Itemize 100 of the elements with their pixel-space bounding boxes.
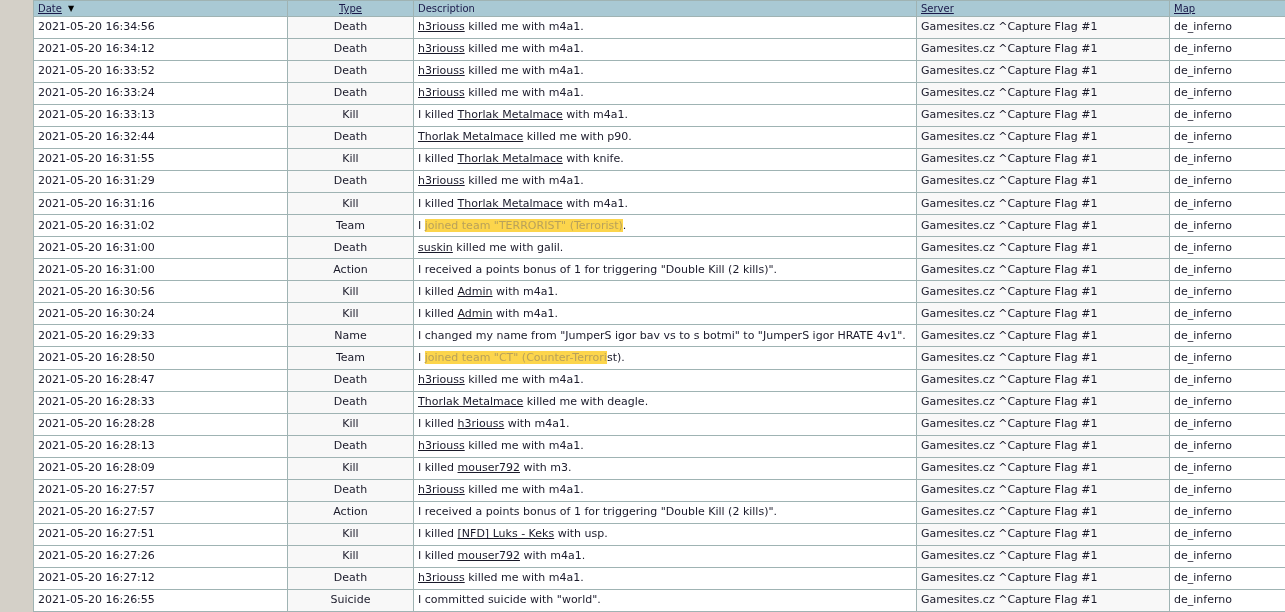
player-link[interactable]: [NFD] Luks - Keks bbox=[457, 527, 555, 540]
player-link[interactable]: h3riouss bbox=[418, 482, 465, 496]
type-cell: Suicide bbox=[287, 589, 414, 612]
server-cell: Gamesites.cz ^Capture Flag #1 bbox=[916, 82, 1170, 105]
server-cell: Gamesites.cz ^Capture Flag #1 bbox=[916, 38, 1170, 61]
server-cell: Gamesites.cz ^Capture Flag #1 bbox=[916, 214, 1170, 237]
server-cell: Gamesites.cz ^Capture Flag #1 bbox=[916, 413, 1170, 436]
description-text: h3riouss killed me with m4a1. bbox=[418, 64, 584, 78]
server-cell: Gamesites.cz ^Capture Flag #1 bbox=[916, 148, 1170, 171]
server-cell: Gamesites.cz ^Capture Flag #1 bbox=[916, 391, 1170, 414]
description-text: Thorlak Metalmace killed me with deagle. bbox=[418, 394, 649, 408]
column-sort-link[interactable]: Map bbox=[1174, 1, 1196, 16]
date-cell: 2021-05-20 16:33:13 bbox=[33, 104, 288, 127]
description-text: I killed [NFD] Luks - Keks with usp. bbox=[418, 527, 608, 540]
description-text: I killed mouser792 with m3. bbox=[418, 460, 572, 474]
description-text: I received a points bonus of 1 for triggering "Double Kill (2 kills)". bbox=[418, 262, 777, 276]
description-text: h3riouss killed me with m4a1. bbox=[418, 571, 584, 585]
date-cell: 2021-05-20 16:28:28 bbox=[33, 413, 288, 436]
description-text: h3riouss killed me with m4a1. bbox=[418, 482, 584, 496]
description-text: I received a points bonus of 1 for triggering "Double Kill (2 kills)". bbox=[418, 504, 777, 518]
player-link[interactable]: h3riouss bbox=[418, 64, 465, 78]
description-text: I killed Admin with m4a1. bbox=[418, 306, 558, 320]
description-text: I changed my name from "JumperS igor bav vs to s botmi" to "JumperS igor HRATE 4v1". bbox=[418, 328, 906, 342]
date-cell: 2021-05-20 16:29:33 bbox=[33, 324, 288, 347]
server-cell: Gamesites.cz ^Capture Flag #1 bbox=[916, 567, 1170, 590]
player-link[interactable]: h3riouss bbox=[418, 86, 465, 100]
server-cell: Gamesites.cz ^Capture Flag #1 bbox=[916, 60, 1170, 83]
date-cell: 2021-05-20 16:30:24 bbox=[33, 302, 288, 325]
date-cell: 2021-05-20 16:31:29 bbox=[33, 170, 288, 193]
date-cell: 2021-05-20 16:28:47 bbox=[33, 369, 288, 392]
date-cell: 2021-05-20 16:27:12 bbox=[33, 567, 288, 590]
player-link[interactable]: h3riouss bbox=[418, 42, 465, 56]
description-text: I killed mouser792 with m4a1. bbox=[418, 549, 586, 562]
player-link[interactable]: h3riouss bbox=[418, 20, 465, 34]
description-text: I killed Thorlak Metalmace with m4a1. bbox=[418, 196, 629, 210]
column-header: Description bbox=[418, 3, 475, 14]
date-cell: 2021-05-20 16:28:50 bbox=[33, 346, 288, 369]
description-text: h3riouss killed me with m4a1. bbox=[418, 174, 584, 188]
date-cell: 2021-05-20 16:31:55 bbox=[33, 148, 288, 171]
date-cell: 2021-05-20 16:34:56 bbox=[33, 16, 288, 39]
date-cell: 2021-05-20 16:34:12 bbox=[33, 38, 288, 61]
column-sort-link[interactable]: Server bbox=[921, 1, 954, 16]
player-link[interactable]: mouser792 bbox=[457, 549, 520, 562]
description-text: h3riouss killed me with m4a1. bbox=[418, 42, 584, 56]
date-cell: 2021-05-20 16:26:55 bbox=[33, 589, 288, 612]
date-cell: 2021-05-20 16:33:52 bbox=[33, 60, 288, 83]
date-cell: 2021-05-20 16:32:44 bbox=[33, 126, 288, 149]
date-cell: 2021-05-20 16:30:56 bbox=[33, 280, 288, 303]
date-cell: 2021-05-20 16:31:00 bbox=[33, 236, 288, 259]
sort-indicator: ▼ bbox=[67, 2, 75, 15]
server-cell: Gamesites.cz ^Capture Flag #1 bbox=[916, 346, 1170, 369]
description-text: I killed Thorlak Metalmace with m4a1. bbox=[418, 108, 629, 122]
player-link[interactable]: h3riouss bbox=[418, 438, 465, 452]
column-sort-link[interactable]: Type bbox=[339, 1, 362, 16]
date-cell: 2021-05-20 16:31:16 bbox=[33, 192, 288, 215]
player-link[interactable]: Thorlak Metalmace bbox=[418, 394, 524, 408]
player-link[interactable]: Thorlak Metalmace bbox=[457, 152, 563, 166]
player-link[interactable]: h3riouss bbox=[457, 416, 505, 430]
server-cell: Gamesites.cz ^Capture Flag #1 bbox=[916, 479, 1170, 502]
server-cell: Gamesites.cz ^Capture Flag #1 bbox=[916, 170, 1170, 193]
description-text: h3riouss killed me with m4a1. bbox=[418, 86, 584, 100]
player-link[interactable]: mouser792 bbox=[457, 460, 520, 474]
server-cell: Gamesites.cz ^Capture Flag #1 bbox=[916, 523, 1170, 546]
description-text: h3riouss killed me with m4a1. bbox=[418, 20, 584, 34]
server-cell: Gamesites.cz ^Capture Flag #1 bbox=[916, 236, 1170, 259]
player-link[interactable]: Admin bbox=[457, 284, 493, 298]
server-cell: Gamesites.cz ^Capture Flag #1 bbox=[916, 324, 1170, 347]
server-cell: Gamesites.cz ^Capture Flag #1 bbox=[916, 457, 1170, 480]
player-link[interactable]: h3riouss bbox=[418, 174, 465, 188]
date-cell: 2021-05-20 16:28:33 bbox=[33, 391, 288, 414]
server-cell: Gamesites.cz ^Capture Flag #1 bbox=[916, 192, 1170, 215]
date-cell: 2021-05-20 16:27:26 bbox=[33, 545, 288, 568]
server-cell: Gamesites.cz ^Capture Flag #1 bbox=[916, 258, 1170, 281]
player-link[interactable]: Admin bbox=[457, 306, 493, 320]
server-cell: Gamesites.cz ^Capture Flag #1 bbox=[916, 104, 1170, 127]
server-cell: Gamesites.cz ^Capture Flag #1 bbox=[916, 126, 1170, 149]
date-cell: 2021-05-20 16:31:02 bbox=[33, 214, 288, 237]
player-link[interactable]: h3riouss bbox=[418, 571, 465, 585]
description-text: I committed suicide with "world". bbox=[418, 593, 601, 607]
description-text: I killed h3riouss with m4a1. bbox=[418, 416, 570, 430]
player-link[interactable]: Thorlak Metalmace bbox=[457, 196, 563, 210]
server-cell: Gamesites.cz ^Capture Flag #1 bbox=[916, 435, 1170, 458]
description-text: h3riouss killed me with m4a1. bbox=[418, 438, 584, 452]
column-sort-link[interactable]: Date bbox=[38, 1, 62, 16]
description-text: h3riouss killed me with m4a1. bbox=[418, 372, 584, 386]
date-cell: 2021-05-20 16:28:13 bbox=[33, 435, 288, 458]
date-cell: 2021-05-20 16:27:51 bbox=[33, 523, 288, 546]
server-cell: Gamesites.cz ^Capture Flag #1 bbox=[916, 302, 1170, 325]
date-cell: 2021-05-20 16:27:57 bbox=[33, 479, 288, 502]
server-cell: Gamesites.cz ^Capture Flag #1 bbox=[916, 280, 1170, 303]
description-text: Thorlak Metalmace killed me with p90. bbox=[418, 130, 632, 144]
server-cell: Gamesites.cz ^Capture Flag #1 bbox=[916, 545, 1170, 568]
date-cell: 2021-05-20 16:33:24 bbox=[33, 82, 288, 105]
server-cell: Gamesites.cz ^Capture Flag #1 bbox=[916, 501, 1170, 524]
player-link[interactable]: h3riouss bbox=[418, 372, 465, 386]
server-cell: Gamesites.cz ^Capture Flag #1 bbox=[916, 369, 1170, 392]
description-text: suskin killed me with galil. bbox=[418, 240, 564, 254]
player-link[interactable]: Thorlak Metalmace bbox=[457, 108, 563, 122]
player-link[interactable]: suskin bbox=[418, 240, 453, 254]
player-link[interactable]: Thorlak Metalmace bbox=[418, 130, 524, 144]
